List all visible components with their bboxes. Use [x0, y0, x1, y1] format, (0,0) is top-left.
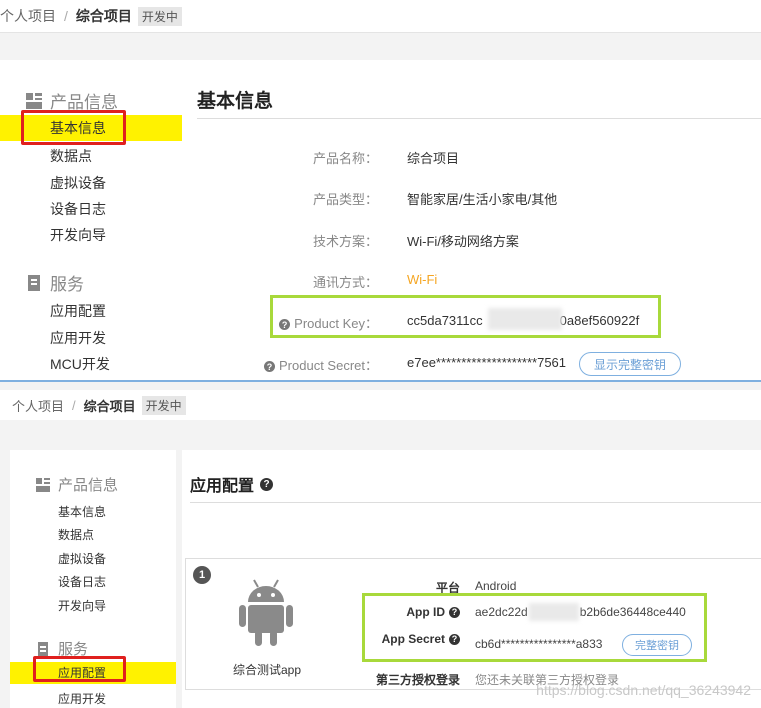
value-comm-method: Wi-Fi — [407, 272, 438, 287]
status-badge: 开发中 — [141, 395, 186, 415]
highlight-annotation — [362, 593, 707, 662]
section-label: 产品信息 — [58, 477, 119, 494]
label-product-name: 产品名称： — [312, 151, 378, 166]
highlight-annotation — [33, 656, 126, 682]
sidebar-item-dev-guide[interactable]: 开发向导 — [50, 225, 106, 245]
sidebar-item-device-log[interactable]: 设备日志 — [58, 573, 106, 590]
highlight-annotation — [270, 295, 661, 338]
sidebar-item-app-dev[interactable]: 应用开发 — [50, 328, 106, 348]
top-screenshot: 个人项目 / 综合项目 开发中 产品信息 基本信息 数据点 虚拟设备 设备日志 … — [0, 0, 761, 380]
sidebar-item-dev-guide[interactable]: 开发向导 — [58, 597, 106, 614]
breadcrumb: 个人项目 / 综合项目 开发中 — [0, 390, 761, 420]
value-product-name: 综合项目 — [407, 151, 460, 166]
highlight-annotation — [21, 110, 126, 145]
sidebar-item-basic-info[interactable]: 基本信息 — [58, 503, 106, 520]
breadcrumb-separator: / — [64, 8, 68, 24]
help-icon[interactable]: ? — [264, 361, 275, 373]
breadcrumb-project: 综合项目 — [83, 398, 136, 414]
label-comm-method: 通讯方式： — [312, 275, 378, 290]
sidebar-item-app-config[interactable]: 应用配置 — [50, 301, 106, 321]
show-full-secret-button[interactable]: 显示完整密钥 — [579, 352, 681, 376]
card-index-badge: 1 — [193, 566, 211, 584]
sidebar-item-virtual-device[interactable]: 虚拟设备 — [58, 550, 106, 567]
breadcrumb-personal[interactable]: 个人项目 — [0, 6, 56, 26]
value-product-secret: e7ee********************7561 — [407, 355, 567, 370]
status-badge: 开发中 — [137, 6, 182, 26]
breadcrumb: 个人项目 / 综合项目 开发中 — [0, 0, 761, 33]
breadcrumb-personal[interactable]: 个人项目 — [12, 396, 64, 415]
section-label: 服务 — [50, 275, 84, 294]
sidebar-item-device-log[interactable]: 设备日志 — [50, 199, 106, 219]
sidebar-item-datapoints[interactable]: 数据点 — [58, 526, 94, 543]
section-product-info: 产品信息 — [36, 474, 118, 495]
divider — [190, 502, 761, 503]
watermark: https://blog.csdn.net/qq_36243942 — [536, 682, 751, 698]
section-services: 服务 — [26, 270, 84, 295]
document-icon — [26, 274, 42, 291]
grid-icon — [36, 477, 50, 492]
value-tech-solution: Wi-Fi/移动网络方案 — [407, 234, 519, 249]
android-icon — [238, 578, 294, 653]
sidebar-item-app-dev[interactable]: 应用开发 — [58, 690, 106, 707]
value-product-type: 智能家居/生活小家电/其他 — [407, 192, 558, 207]
divider — [197, 118, 761, 119]
label-product-secret: ? Product Secret： — [252, 355, 378, 374]
breadcrumb-project: 综合项目 — [75, 8, 132, 24]
breadcrumb-separator: / — [72, 397, 76, 413]
platform-value: Android — [475, 579, 517, 593]
page-title: 基本信息 — [197, 91, 274, 112]
sidebar: 产品信息 基本信息 数据点 虚拟设备 设备日志 开发向导 服务 应用配置 应用开… — [0, 60, 182, 380]
label-tech-solution: 技术方案： — [312, 234, 378, 249]
label-product-type: 产品类型： — [312, 192, 378, 207]
document-icon — [36, 641, 50, 656]
app-name: 综合测试app — [232, 663, 302, 677]
sidebar-item-virtual-device[interactable]: 虚拟设备 — [50, 173, 106, 193]
sidebar-item-datapoints[interactable]: 数据点 — [50, 146, 92, 166]
third-party-label: 第三方授权登录 — [375, 673, 460, 687]
sidebar-item-mcu-dev[interactable]: MCU开发 — [50, 354, 110, 374]
page-title: 应用配置 ? — [190, 472, 274, 496]
grid-icon — [26, 92, 42, 109]
help-icon[interactable]: ? — [260, 477, 274, 491]
